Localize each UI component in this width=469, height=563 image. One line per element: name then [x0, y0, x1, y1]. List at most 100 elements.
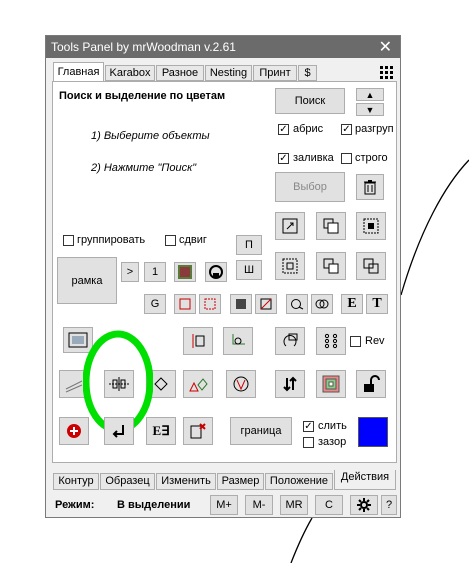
abris-checkbox[interactable]: ✓ — [278, 124, 289, 135]
memory-recall-button[interactable]: MR — [280, 495, 308, 515]
arrange-icon-button[interactable] — [356, 252, 386, 280]
nodes-grid-icon-button[interactable] — [316, 327, 346, 355]
mode-label: Режим: — [55, 499, 95, 511]
lasso-icon-button[interactable] — [286, 294, 308, 314]
tab-edit[interactable]: Изменить — [156, 473, 216, 490]
unlock-icon-button[interactable] — [356, 370, 386, 398]
tab-contour[interactable]: Контур — [53, 473, 99, 490]
swap-icon — [281, 375, 299, 393]
p-button[interactable]: П — [236, 235, 262, 255]
window-title: Tools Panel by mrWoodman v.2.61 — [51, 40, 236, 54]
fill-rect-icon-button[interactable] — [230, 294, 252, 314]
grid-menu-icon[interactable] — [378, 64, 396, 80]
no-fill-icon-button[interactable] — [255, 294, 277, 314]
tab-main[interactable]: Главная — [53, 62, 104, 82]
copy-icon-button[interactable] — [316, 212, 346, 240]
red-rect-icon — [179, 298, 191, 310]
layers-icon — [322, 375, 340, 393]
memory-plus-button[interactable]: M+ — [210, 495, 238, 515]
tab-sample[interactable]: Образец — [100, 473, 155, 490]
diamond-icon — [152, 375, 170, 393]
return-icon-button[interactable] — [104, 417, 134, 445]
texture-icon — [178, 265, 192, 279]
lasso-icon — [290, 298, 304, 310]
mode-value: В выделении — [117, 499, 191, 511]
trash-icon — [363, 179, 377, 195]
unlock-icon — [362, 375, 380, 393]
one-button[interactable]: 1 — [144, 262, 166, 282]
tab-position[interactable]: Положение — [265, 473, 333, 490]
texture-icon-button[interactable] — [174, 262, 196, 282]
next-button[interactable]: > — [121, 262, 139, 282]
red-rect-icon-button[interactable] — [174, 294, 196, 314]
circle-cut-icon-button[interactable] — [226, 370, 256, 398]
add-icon-button[interactable] — [59, 417, 89, 445]
mirror-e-button[interactable]: E∃ — [146, 417, 176, 445]
align-left-icon-button[interactable] — [183, 327, 213, 355]
shift-label: сдвиг — [179, 234, 207, 246]
rotate-copy-icon-button[interactable] — [275, 327, 305, 355]
shapes-icon-button[interactable] — [183, 370, 213, 398]
copy-icon — [322, 217, 340, 235]
align-center-icon-button[interactable] — [275, 252, 305, 280]
align-center-icon — [281, 257, 299, 275]
sh-button[interactable]: Ш — [236, 260, 262, 280]
border-button[interactable]: граница — [230, 417, 292, 445]
select-button[interactable]: Выбор — [275, 172, 345, 202]
no-fill-icon — [260, 298, 272, 310]
duplicate-icon-button[interactable] — [316, 252, 346, 280]
frame-select-icon — [362, 217, 380, 235]
red-dashed-rect-icon-button[interactable] — [199, 294, 221, 314]
delete-frame-icon-button[interactable] — [183, 417, 213, 445]
group-checkbox[interactable] — [63, 235, 74, 246]
tab-print[interactable]: Принт — [253, 65, 297, 81]
instruction-step-1: 1) Выберите объекты — [91, 130, 210, 142]
settings-button[interactable] — [350, 495, 378, 515]
tab-nesting[interactable]: Nesting — [205, 65, 252, 81]
tab-size[interactable]: Размер — [217, 473, 264, 490]
t-button[interactable]: T — [366, 294, 388, 314]
help-button[interactable]: ? — [381, 495, 397, 515]
red-dashed-rect-icon — [204, 298, 216, 310]
search-button[interactable]: Поиск — [275, 88, 345, 114]
shapes-icon — [188, 375, 208, 393]
frame-button[interactable]: рамка — [57, 257, 117, 304]
main-panel: Поиск и выделение по цветам 1) Выберите … — [52, 81, 397, 463]
delete-frame-icon — [189, 422, 207, 440]
strict-label: строго — [355, 152, 388, 164]
g-button[interactable]: G — [144, 294, 166, 314]
gap-checkbox[interactable] — [303, 437, 314, 448]
lasso-multi-icon-button[interactable] — [311, 294, 333, 314]
layers-icon-button[interactable] — [316, 370, 346, 398]
fill-rect-icon — [235, 298, 247, 310]
export-icon-button[interactable] — [275, 212, 305, 240]
tools-panel-window: Tools Panel by mrWoodman v.2.61 ✕ Главна… — [45, 35, 401, 518]
tab-dollar[interactable]: $ — [298, 65, 317, 81]
fill-checkbox[interactable]: ✓ — [278, 153, 289, 164]
clear-button[interactable]: C — [315, 495, 343, 515]
arrow-up-button[interactable]: ▲ — [356, 88, 384, 101]
memory-minus-button[interactable]: M- — [245, 495, 273, 515]
tab-misc[interactable]: Разное — [156, 65, 204, 81]
tab-actions[interactable]: Действия — [334, 470, 396, 490]
ungroup-checkbox[interactable]: ✓ — [341, 124, 352, 135]
lasso-multi-icon — [315, 298, 329, 310]
close-icon[interactable]: ✕ — [379, 37, 392, 57]
merge-checkbox[interactable]: ✓ — [303, 421, 314, 432]
instruction-step-2: 2) Нажмите "Поиск" — [91, 162, 197, 174]
tab-karabox[interactable]: Karabox — [105, 65, 155, 81]
frame-select-icon-button[interactable] — [356, 212, 386, 240]
strict-checkbox[interactable] — [341, 153, 352, 164]
helmet-icon-button[interactable] — [205, 262, 227, 282]
swap-icon-button[interactable] — [275, 370, 305, 398]
e-button[interactable]: E — [341, 294, 363, 314]
node-tool-icon-button[interactable] — [223, 327, 253, 355]
arrow-down-button[interactable]: ▼ — [356, 103, 384, 116]
arrange-icon — [362, 257, 380, 275]
gap-label: зазор — [318, 436, 347, 448]
abris-label: абрис — [293, 123, 324, 135]
shift-checkbox[interactable] — [165, 235, 176, 246]
rev-checkbox[interactable] — [350, 336, 361, 347]
trash-button[interactable] — [356, 174, 384, 200]
color-swatch[interactable] — [358, 417, 388, 447]
